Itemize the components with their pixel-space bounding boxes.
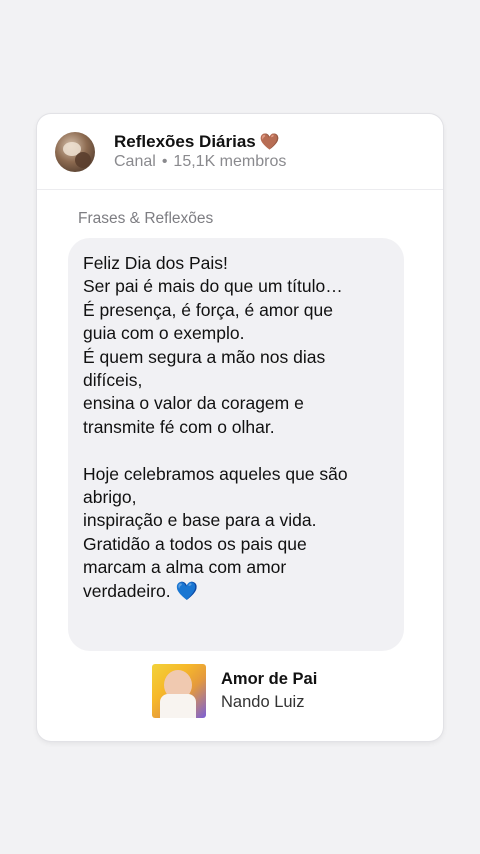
message-line: Feliz Dia dos Pais!: [83, 252, 393, 275]
message-line-text: guia com o exemplo.: [83, 323, 245, 344]
blue-heart-icon: 💙: [170, 580, 198, 601]
channel-meta: Canal • 15,1K membros: [114, 153, 286, 171]
message-line-text: inspiração e base para a vida.: [83, 510, 317, 531]
brown-heart-icon: 🤎: [259, 134, 280, 151]
message-line: Gratidão a todos os pais que: [83, 533, 393, 556]
message-line: Ser pai é mais do que um título…: [83, 275, 393, 298]
channel-header[interactable]: Reflexões Diárias 🤎 Canal • 15,1K membros: [37, 114, 443, 190]
message-text: Feliz Dia dos Pais! Ser pai é mais do que…: [83, 252, 393, 603]
message-line: Hoje celebramos aqueles que são: [83, 463, 393, 486]
song-title: Amor de Pai: [221, 670, 318, 688]
album-cover[interactable]: [152, 664, 206, 718]
message-line-text: Ser pai é mais do que um título…: [83, 276, 343, 297]
message-line-text: Gratidão a todos os pais que: [83, 533, 307, 554]
channel-name[interactable]: Reflexões Diárias 🤎: [114, 132, 280, 152]
message-line-text: ensina o valor da coragem e: [83, 393, 304, 414]
avatar-image-part: [75, 152, 91, 168]
message-line: difíceis,: [83, 369, 393, 392]
message-line-text: É quem segura a mão nos dias: [83, 346, 326, 367]
message-line-text: marcam a alma com amor: [83, 557, 287, 578]
message-line: verdadeiro. 💙: [83, 580, 393, 603]
message-line-text: transmite fé com o olhar.: [83, 416, 275, 437]
message-line: ensina o valor da coragem e: [83, 392, 393, 415]
song-artist: Nando Luiz: [221, 693, 305, 711]
message-line-text: verdadeiro.: [83, 580, 171, 601]
message-line: É quem segura a mão nos dias: [83, 346, 393, 369]
message-line: abrigo,: [83, 486, 393, 509]
message-line-text: difíceis,: [83, 370, 143, 391]
channel-name-text: Reflexões Diárias: [114, 132, 256, 151]
album-cover-figure: [160, 694, 196, 718]
message-bubble[interactable]: Feliz Dia dos Pais! Ser pai é mais do que…: [68, 238, 404, 651]
music-attachment[interactable]: Amor de Pai Nando Luiz: [152, 664, 372, 720]
channel-avatar[interactable]: [55, 132, 95, 172]
message-line-text: abrigo,: [83, 487, 137, 508]
message-line: marcam a alma com amor: [83, 556, 393, 579]
member-count: 15,1K membros: [173, 153, 287, 170]
separator-dot: •: [161, 153, 168, 170]
channel-type: Canal: [114, 153, 156, 170]
message-line-text: Feliz Dia dos Pais!: [83, 253, 228, 273]
channel-post-card: Reflexões Diárias 🤎 Canal • 15,1K membros F…: [37, 114, 443, 741]
section-label: Frases & Reflexões: [78, 210, 214, 227]
message-line: É presença, é força, é amor que: [83, 299, 393, 322]
message-line: inspiração e base para a vida.: [83, 509, 393, 532]
message-line-text: Hoje celebramos aqueles que são: [83, 463, 348, 484]
message-line: guia com o exemplo.: [83, 322, 393, 345]
message-line-text: É presença, é força, é amor que: [83, 299, 333, 320]
message-line: transmite fé com o olhar.: [83, 416, 393, 439]
